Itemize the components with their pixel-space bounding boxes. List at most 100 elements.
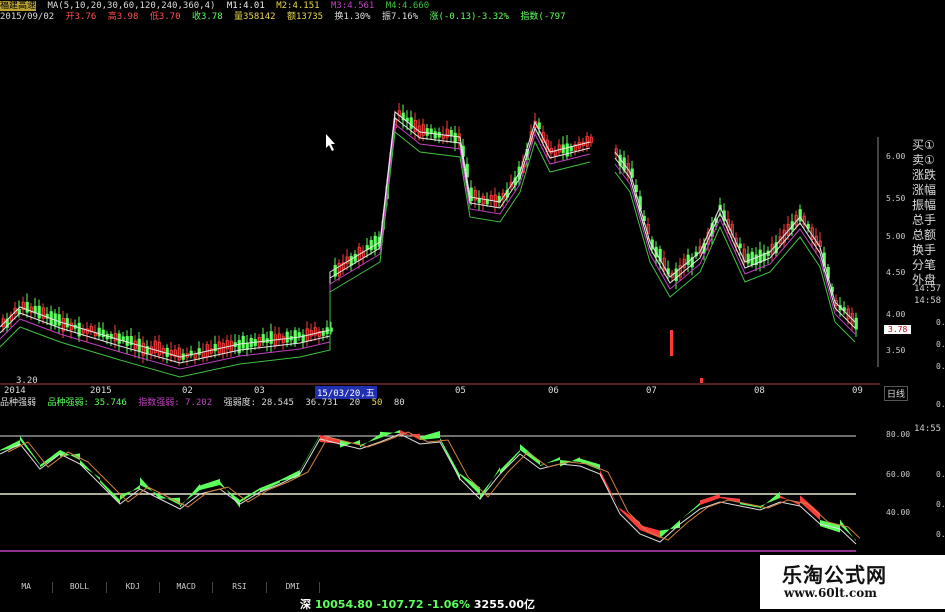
ma-line [0,111,591,358]
ma-m2: M2:4.151 [276,1,320,11]
candle-body [425,128,429,136]
indicator-tabs: MA BOLL KDJ MACD RSI DMI [0,582,320,593]
panel-item-change: 涨跌 [912,168,937,182]
panel-item-ticks: 分笔 [912,258,937,272]
candle-body [237,340,241,354]
period-button[interactable]: 日线 [884,386,909,401]
candle-body [57,314,61,326]
candle-body [349,255,353,266]
candlestick-chart[interactable] [0,22,880,394]
candle-body [269,331,273,344]
candle-body [121,336,125,341]
indicator-value-ma: 36.731 [305,398,338,408]
indicator-band [460,473,480,495]
time-label: 09 [852,386,863,396]
tab-ma[interactable]: MA [0,582,54,593]
candle-body [165,347,169,357]
tab-kdj[interactable]: KDJ [107,582,160,593]
ma-line [0,117,591,364]
candle-body [97,327,101,337]
candle-body [449,130,453,137]
indicator-level-label: 80.00 [886,430,911,439]
candle-body [293,330,297,344]
candle-body [373,235,377,250]
mouse-cursor-icon [326,134,335,151]
tab-dmi[interactable]: DMI [267,582,320,593]
quote-amplitude: 振7.16% [382,12,419,22]
time-label: 07 [646,386,657,396]
ma-m1: M1:4.01 [226,1,265,11]
site-watermark: 乐淘公式网 www.60lt.com [760,555,945,609]
quote-open: 开3.76 [65,12,97,22]
candle-body [746,253,750,264]
indicator-band [200,478,220,490]
indicator-level-20: 20 [349,398,361,408]
candle-body [469,187,473,202]
edge-time: 14:55 [914,424,942,434]
quote-index: 指数(-797 [520,12,566,22]
candle-body [409,117,413,129]
candle-body [285,331,289,343]
time-label: 2015 [90,386,112,396]
ma-legend-row: 福建高速 MA(5,10,20,30,60,120,240,360,4) M1:… [0,1,435,12]
market-pct: -1.06% [427,598,471,611]
strength-indicator-chart[interactable] [0,410,860,560]
candle-body [25,302,29,313]
candle-body [117,333,121,344]
indicator-band [120,485,140,500]
candle-body [125,336,129,346]
indicator-value-variety: 品种强弱: 35.746 [47,398,127,408]
panel-item-ask1: 卖① [912,153,935,167]
market-amount: 3255.00亿 [473,598,535,611]
candle-body [686,254,690,266]
quote-low: 低3.70 [149,12,181,22]
panel-item-amplitude: 振幅 [912,198,937,212]
candle-body [700,378,703,383]
indicator-value-index: 指数强弱: 7.202 [138,398,213,408]
indicator-band [840,519,856,542]
indicator-fill-group [0,430,856,542]
time-label: 03 [254,386,265,396]
indicator-level-label: 60.00 [886,470,911,479]
candle-body [670,330,673,356]
candle-body [245,342,249,350]
indicator-band [180,483,200,508]
ma-params: MA(5,10,20,30,60,120,240,360,4) [47,1,216,11]
quote-amount: 额13735 [286,12,324,22]
panel-item-bid1: 买① [912,138,935,152]
edge-number: 0. [936,340,945,349]
panel-item-amount: 总额 [912,228,937,242]
price-label: 5.00 [886,232,906,241]
price-label: 4.00 [886,310,906,319]
indicator-lines-group [0,431,860,545]
edge-number: 0. [936,362,945,371]
indicator-band [80,460,100,480]
indicator-band [300,435,320,471]
time-label: 08 [754,386,765,396]
candle-body [433,131,437,139]
quote-high: 高3.98 [107,12,139,22]
edge-number: 0. [936,500,945,509]
market-change: -107.72 [376,598,424,611]
market-index: 10054.80 [314,598,373,611]
panel-item-pct: 涨幅 [912,183,937,197]
quote-date: 2015/09/02 [0,12,55,22]
market-status-bar: 深 10054.80 -107.72 -1.06% 3255.00亿 [300,596,535,612]
quote-close: 收3.78 [191,12,223,22]
indicator-name[interactable]: 品种强弱 [0,398,36,408]
quote-change: 涨(-0.13)-3.32% [429,12,509,22]
indicator-band [720,496,740,502]
candle-body [738,243,742,249]
tab-boll[interactable]: BOLL [53,582,107,593]
tab-macd[interactable]: MACD [160,582,214,593]
edge-number: 0. [936,400,945,409]
watermark-title: 乐淘公式网 [782,563,887,587]
tab-rsi[interactable]: RSI [213,582,267,593]
ma-m3: M3:4.561 [330,1,375,11]
ma-m4: M4:4.660 [385,1,430,11]
price-label: 6.00 [886,152,906,161]
candle-body [297,332,301,338]
candle-body [854,317,858,330]
time-label: 02 [182,386,193,396]
stock-name[interactable]: 福建高速 [0,1,37,11]
